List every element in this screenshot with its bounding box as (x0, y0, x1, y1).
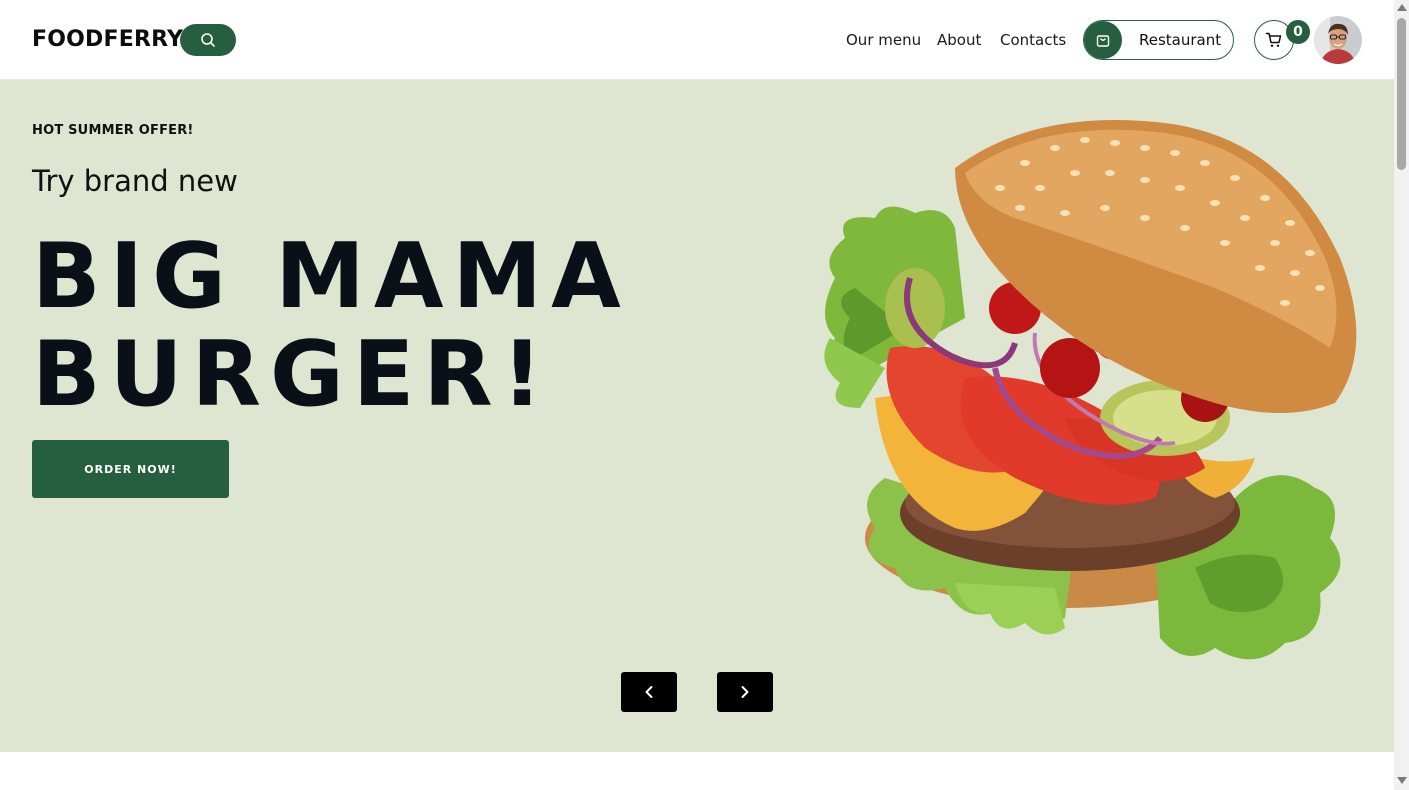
site-header: FOODFERRY Our menu About Contacts Restau… (0, 0, 1394, 80)
search-icon (201, 33, 215, 47)
scroll-thumb[interactable] (1397, 18, 1406, 170)
cart-count-badge: 0 (1286, 20, 1310, 44)
nav-about[interactable]: About (937, 31, 981, 49)
hero-subtitle: Try brand new (32, 164, 238, 198)
headline-line-1: BIG MAMA (32, 224, 630, 329)
chevron-right-icon (741, 686, 749, 698)
site-logo[interactable]: FOODFERRY (32, 27, 183, 52)
scroll-down-arrow[interactable] (1397, 777, 1407, 784)
offer-eyebrow: HOT SUMMER OFFER! (32, 123, 194, 138)
order-now-button[interactable]: ORDER NOW! (32, 440, 229, 498)
shopping-bag-icon (1084, 21, 1122, 59)
page-scrollbar[interactable] (1394, 0, 1409, 790)
restaurant-button[interactable]: Restaurant (1083, 20, 1234, 60)
carousel-next-button[interactable] (717, 672, 773, 712)
burger-image (824, 120, 1357, 660)
search-button[interactable] (180, 24, 236, 56)
hero-headline: BIG MAMA BURGER! (32, 228, 672, 424)
restaurant-label: Restaurant (1139, 31, 1222, 49)
cart-icon (1265, 32, 1282, 47)
nav-contacts[interactable]: Contacts (1000, 31, 1066, 49)
hero-banner: HOT SUMMER OFFER! Try brand new BIG MAMA… (0, 80, 1394, 752)
user-avatar[interactable] (1314, 16, 1362, 64)
headline-line-2: BURGER! (32, 322, 552, 427)
nav-our-menu[interactable]: Our menu (846, 31, 921, 49)
carousel-prev-button[interactable] (621, 672, 677, 712)
chevron-left-icon (645, 686, 653, 698)
scroll-up-arrow[interactable] (1397, 4, 1407, 11)
